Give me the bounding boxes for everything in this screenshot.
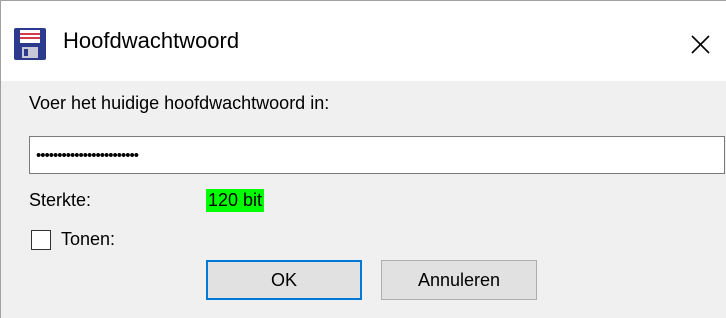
strength-value: 120 bit (206, 189, 265, 212)
title-bar: Hoofdwachtwoord (1, 1, 726, 81)
ok-button[interactable]: OK (206, 260, 362, 300)
floppy-disk-icon (14, 28, 46, 60)
password-dialog: Hoofdwachtwoord Voer het huidige hoofdwa… (0, 0, 726, 318)
password-input[interactable] (29, 136, 725, 174)
close-icon[interactable] (677, 21, 723, 67)
strength-label: Sterkte: (29, 190, 92, 210)
show-password-checkbox[interactable] (31, 230, 51, 250)
window-title: Hoofdwachtwoord (63, 28, 240, 53)
password-prompt: Voer het huidige hoofdwachtwoord in: (29, 93, 330, 113)
cancel-button[interactable]: Annuleren (381, 260, 537, 300)
show-password-label[interactable]: Tonen: (61, 229, 115, 250)
